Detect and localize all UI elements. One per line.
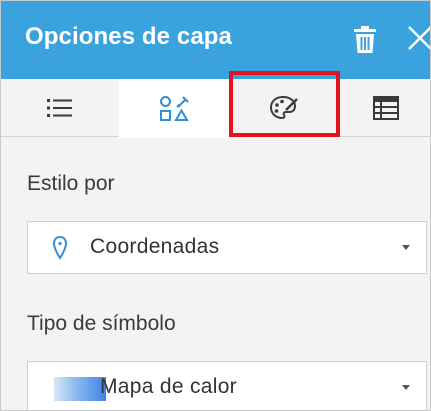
style-by-label: Estilo por [27, 172, 115, 195]
chevron-down-icon [402, 245, 410, 250]
tab-style[interactable] [119, 79, 229, 138]
tab-attributes[interactable] [339, 79, 430, 137]
tab-symbology[interactable] [229, 79, 339, 137]
layer-options-tabs [1, 79, 430, 138]
close-icon [408, 26, 430, 50]
shapes-style-icon [160, 95, 189, 121]
chevron-down-icon [402, 385, 410, 390]
list-icon [47, 99, 72, 117]
delete-layer-button[interactable] [353, 25, 377, 55]
style-by-dropdown[interactable]: Coordenadas [27, 221, 427, 274]
symbol-type-label: Tipo de símbolo [27, 312, 176, 335]
tab-legend[interactable] [1, 79, 119, 137]
symbol-type-value: Mapa de calor [100, 375, 237, 398]
close-panel-button[interactable] [405, 23, 430, 53]
style-by-value: Coordenadas [90, 235, 220, 258]
heatmap-gradient-icon [54, 377, 106, 401]
panel-title: Opciones de capa [25, 23, 233, 50]
panel-header: Opciones de capa [1, 1, 430, 79]
trash-icon [354, 26, 376, 53]
table-icon [372, 96, 399, 120]
layer-options-panel: Opciones de capa Estilo por Coordenadas … [0, 0, 431, 411]
location-pin-icon [52, 235, 68, 260]
palette-icon [269, 95, 298, 120]
symbol-type-dropdown[interactable]: Mapa de calor [27, 361, 427, 410]
